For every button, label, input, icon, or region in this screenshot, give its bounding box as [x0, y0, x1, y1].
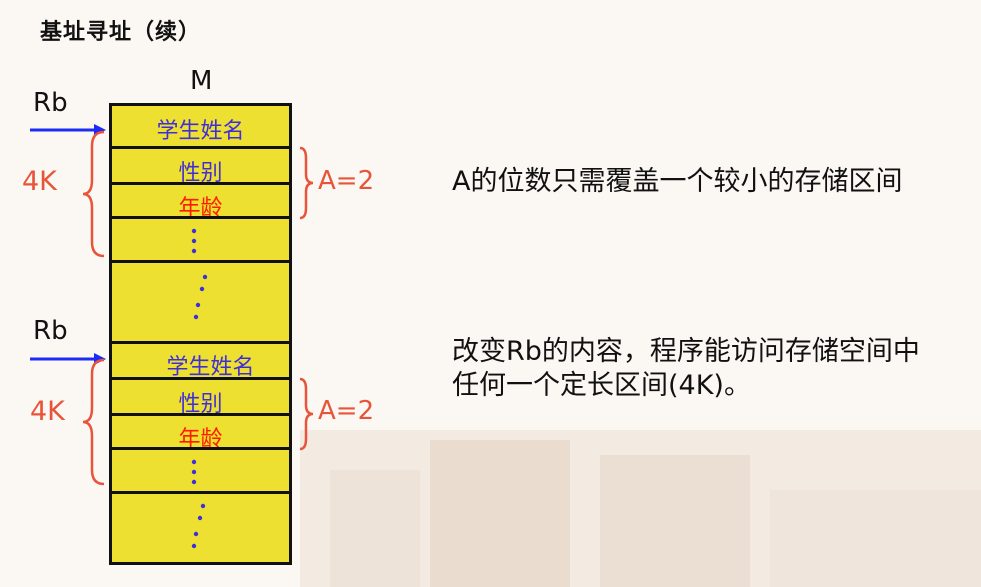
- description-2-line2: 任何一个定长区间(4K)。: [452, 370, 751, 401]
- memory-cell-name-lower: 学生姓名: [109, 341, 292, 380]
- offset-label-upper: A=2: [318, 166, 375, 196]
- memory-cell-age-lower: 年龄: [109, 413, 292, 452]
- field-name-text: 学生姓名: [156, 119, 245, 144]
- size-label-upper: 4K: [22, 166, 57, 197]
- offset-label-lower: A=2: [318, 396, 375, 426]
- description-1: A的位数只需覆盖一个较小的存储区间: [452, 166, 903, 197]
- vertical-ellipsis-icon: [193, 274, 208, 320]
- memory-cell-name-upper: 学生姓名: [109, 103, 292, 149]
- left-brace-icon: [82, 358, 105, 486]
- description-2-line1: 改变Rb的内容，程序能访问存储空间中: [452, 336, 920, 367]
- memory-cell-age-upper: 年龄: [109, 182, 292, 221]
- vertical-ellipsis-icon: [191, 503, 206, 549]
- right-bracket-icon: [299, 377, 314, 451]
- memory-cell-ellipsis-lower: [109, 447, 292, 494]
- memory-cell-gap-upper: [109, 260, 292, 344]
- left-brace-icon: [82, 130, 105, 258]
- size-label-lower: 4K: [30, 396, 65, 427]
- vertical-ellipsis-icon: [191, 228, 197, 254]
- vertical-ellipsis-icon: [191, 459, 197, 485]
- memory-cell-gap-lower: [109, 491, 292, 565]
- memory-cell-gender-lower: 性别: [109, 377, 292, 417]
- rb-label-lower: Rb: [33, 316, 68, 346]
- rb-label-upper: Rb: [33, 88, 68, 118]
- memory-cell-ellipsis-upper: [109, 216, 292, 263]
- memory-cell-gender-upper: 性别: [109, 146, 292, 186]
- page-title: 基址寻址（续）: [40, 20, 202, 45]
- memory-label: M: [190, 66, 213, 96]
- right-bracket-icon: [299, 146, 314, 220]
